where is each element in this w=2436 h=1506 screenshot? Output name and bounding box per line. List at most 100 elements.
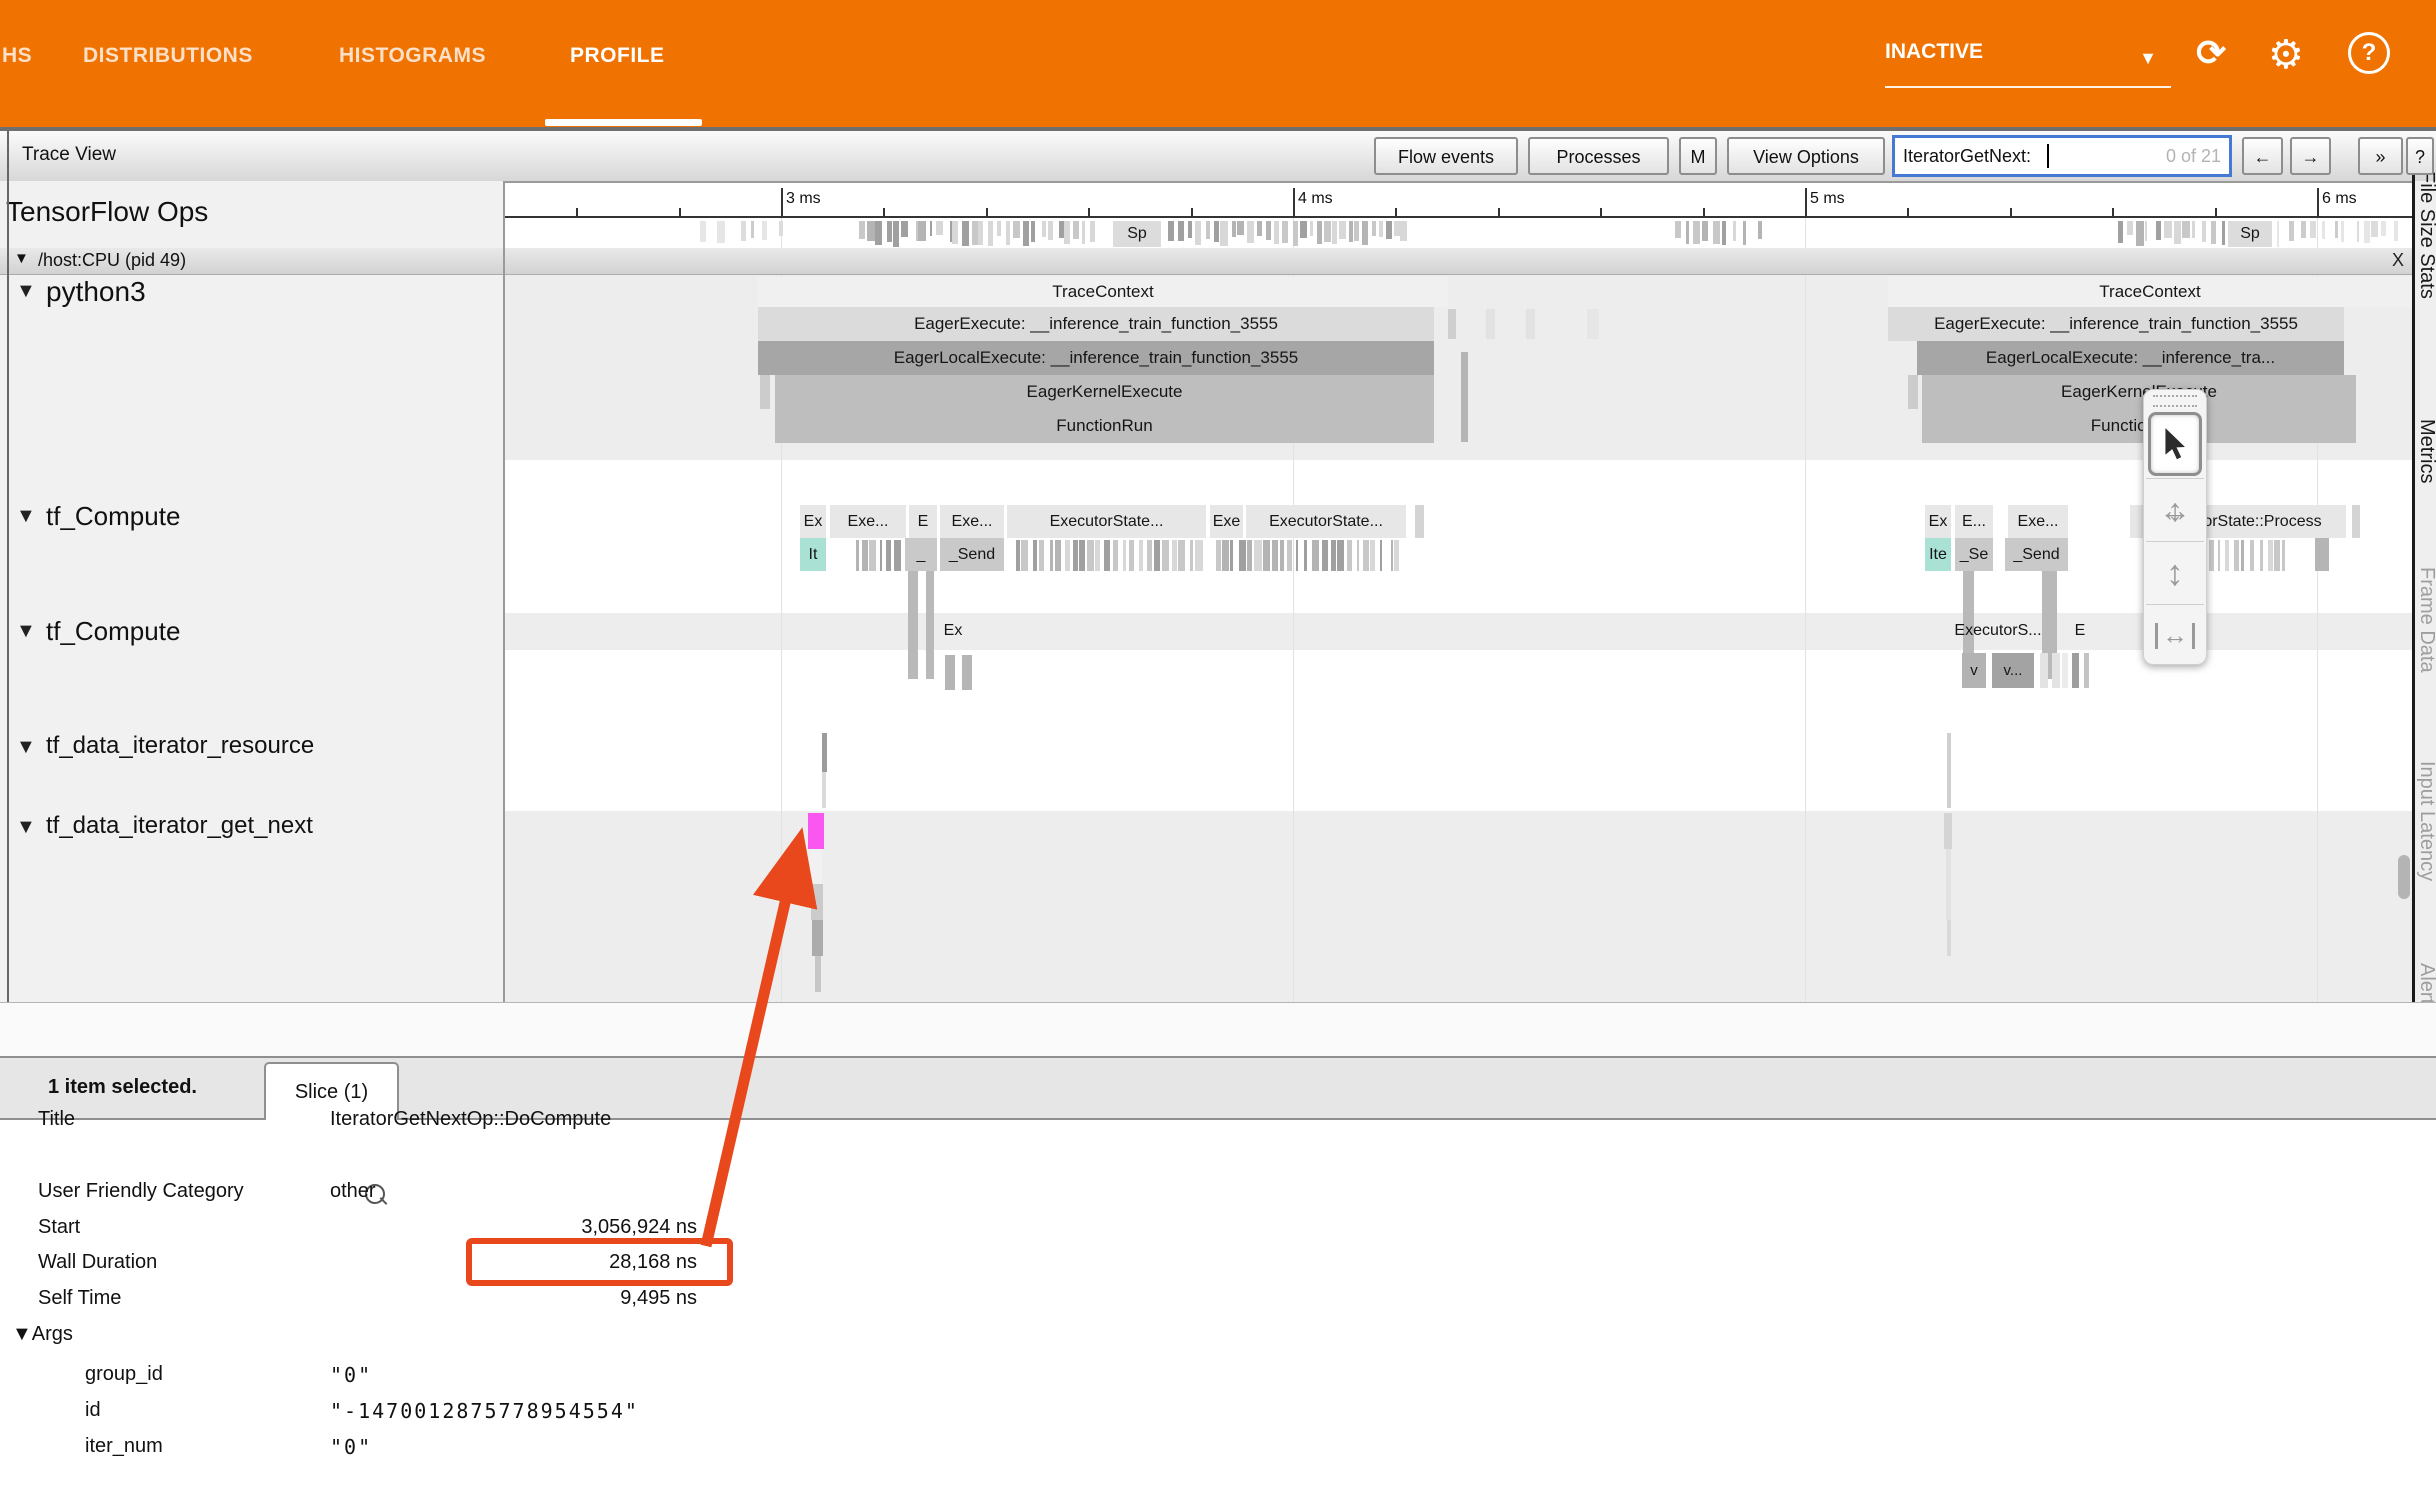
- palette-drag-handle[interactable]: [2153, 395, 2197, 400]
- sidebar-tab-frame-data[interactable]: Frame Data: [2415, 567, 2436, 673]
- help-button[interactable]: ?: [2406, 137, 2434, 175]
- trace-slice[interactable]: [1587, 309, 1599, 339]
- trace-slice[interactable]: [808, 813, 824, 849]
- trace-slice[interactable]: [926, 571, 934, 679]
- trace-slice-eagerlocalexecute-inference-tra-[interactable]: EagerLocalExecute: __inference_tra...: [1917, 341, 2344, 375]
- trace-slice[interactable]: [945, 655, 955, 690]
- trace-slice-it[interactable]: It: [800, 538, 826, 571]
- trace-slice-exe[interactable]: Exe: [1210, 505, 1243, 538]
- trace-slice-exe-[interactable]: Exe...: [940, 505, 1004, 538]
- trace-slice[interactable]: [760, 375, 770, 409]
- trace-slice[interactable]: [2062, 653, 2068, 688]
- close-icon[interactable]: X: [2392, 250, 2404, 271]
- trace-slice-sp[interactable]: Sp: [1113, 221, 1161, 247]
- trace-slice[interactable]: [1486, 309, 1495, 339]
- collapse-triangle-icon[interactable]: ▼: [14, 250, 29, 267]
- trace-slice-tracecontext[interactable]: TraceContext: [758, 277, 1448, 307]
- top-tab-histograms[interactable]: HISTOGRAMS: [339, 44, 486, 68]
- collapse-triangle-icon[interactable]: ▼: [16, 816, 36, 839]
- collapse-triangle-icon[interactable]: ▼: [16, 505, 36, 528]
- trace-slice[interactable]: [1415, 505, 1424, 538]
- process-header-row[interactable]: ▼ /host:CPU (pid 49) X: [0, 248, 2420, 275]
- trace-slice-ex[interactable]: Ex: [938, 618, 968, 644]
- trace-slice[interactable]: [1461, 352, 1468, 442]
- trace-slice-functionrun[interactable]: FunctionRun: [1922, 409, 2356, 443]
- m-button[interactable]: M: [1679, 137, 1717, 175]
- trace-slice-exe-[interactable]: Exe...: [830, 505, 906, 538]
- trace-slice[interactable]: [962, 655, 972, 690]
- run-selector[interactable]: INACTIVE ▼: [1885, 40, 2171, 88]
- trace-slice-eagerexecute-inference-train-function-3555[interactable]: EagerExecute: __inference_train_function…: [1888, 307, 2344, 341]
- sidebar-tab-file-size-stats[interactable]: File Size Stats: [2415, 171, 2436, 299]
- more-button[interactable]: »: [2358, 137, 2403, 175]
- settings-gear-icon[interactable]: ⚙: [2268, 32, 2304, 78]
- trace-slice[interactable]: [2072, 653, 2079, 688]
- trace-slice-e-[interactable]: E...: [1955, 505, 1993, 538]
- trace-slice[interactable]: [2052, 653, 2060, 688]
- vertical-scrollbar[interactable]: [2398, 855, 2410, 899]
- next-result-button[interactable]: →: [2290, 137, 2331, 175]
- trace-slice[interactable]: [815, 956, 821, 992]
- trace-slice-e[interactable]: E: [909, 505, 937, 538]
- trace-slice[interactable]: [822, 772, 826, 808]
- trace-slice-ex[interactable]: Ex: [1925, 505, 1951, 538]
- trace-slice-ex[interactable]: Ex: [800, 505, 826, 538]
- trace-slice[interactable]: [1908, 375, 1918, 409]
- trace-slice-sp[interactable]: Sp: [2228, 221, 2272, 247]
- zoom-tool[interactable]: ↕: [2148, 544, 2202, 602]
- sidebar-tab-metrics[interactable]: Metrics: [2415, 419, 2436, 483]
- trace-slice-eagerkernelexecute[interactable]: EagerKernelExecute: [1922, 375, 2356, 409]
- trace-slice-ite[interactable]: Ite: [1925, 538, 1951, 571]
- trace-slice[interactable]: [2084, 653, 2089, 688]
- trace-slice-eagerlocalexecute-inference-train-function-3555[interactable]: EagerLocalExecute: __inference_train_fun…: [758, 341, 1434, 375]
- trace-slice[interactable]: [1526, 309, 1535, 339]
- collapse-triangle-icon[interactable]: ▼: [16, 620, 36, 643]
- trace-slice--[interactable]: _: [905, 538, 937, 571]
- track-label-tf-compute-2[interactable]: tf_Compute: [46, 616, 180, 647]
- trace-slice[interactable]: [2040, 653, 2048, 688]
- trace-slice-eagerexecute-inference-train-function-3555[interactable]: EagerExecute: __inference_train_function…: [758, 307, 1434, 341]
- collapse-triangle-icon[interactable]: ▼: [16, 736, 36, 759]
- trace-slice-v-[interactable]: v...: [1992, 653, 2034, 688]
- trace-slice-exe-[interactable]: Exe...: [2008, 505, 2068, 538]
- view-options-button[interactable]: View Options: [1727, 137, 1885, 175]
- top-tab-profile[interactable]: PROFILE: [570, 44, 665, 68]
- refresh-icon[interactable]: ⟳: [2196, 32, 2226, 74]
- top-tab-hs[interactable]: HS: [2, 44, 32, 68]
- trace-slice--send[interactable]: _Send: [940, 538, 1004, 571]
- trace-slice[interactable]: [908, 571, 918, 679]
- trace-slice-executorstate-[interactable]: ExecutorState...: [1246, 505, 1406, 538]
- pan-tool[interactable]: ↔↕: [2148, 481, 2202, 539]
- track-label-tf-data-iterator-get-next[interactable]: tf_data_iterator_get_next: [46, 812, 313, 840]
- select-tool[interactable]: [2148, 412, 2202, 476]
- trace-slice[interactable]: [2352, 505, 2360, 538]
- trace-slice[interactable]: [811, 884, 823, 920]
- trace-slice-e[interactable]: E: [2068, 618, 2092, 644]
- search-input[interactable]: IteratorGetNext: 0 of 21: [1892, 135, 2232, 177]
- trace-slice-eagerkernelexecute[interactable]: EagerKernelExecute: [775, 375, 1434, 409]
- top-tab-distributions[interactable]: DISTRIBUTIONS: [83, 44, 253, 68]
- trace-slice[interactable]: [1448, 309, 1456, 339]
- trace-slice[interactable]: [2315, 538, 2329, 571]
- trace-slice-functionrun[interactable]: FunctionRun: [775, 409, 1434, 443]
- args-section-toggle[interactable]: ▼Args: [12, 1323, 73, 1346]
- track-label-python3[interactable]: python3: [46, 276, 146, 308]
- trace-slice[interactable]: [1947, 733, 1951, 808]
- trace-slice-tracecontext[interactable]: TraceContext: [1888, 277, 2412, 307]
- trace-slice[interactable]: [1947, 920, 1951, 956]
- trace-slice--se[interactable]: _Se: [1955, 538, 1993, 571]
- trace-slice--send[interactable]: _Send: [2005, 538, 2068, 571]
- trace-slice[interactable]: [1946, 849, 1951, 920]
- timing-tool[interactable]: ↔: [2148, 607, 2202, 665]
- trace-slice-executors-[interactable]: ExecutorS...: [1938, 618, 2058, 644]
- track-label-tf-compute-1[interactable]: tf_Compute: [46, 501, 180, 532]
- trace-slice[interactable]: [1944, 813, 1952, 849]
- trace-slice[interactable]: [822, 733, 827, 772]
- collapse-triangle-icon[interactable]: ▼: [16, 280, 36, 303]
- help-icon[interactable]: ?: [2348, 32, 2390, 74]
- trace-slice[interactable]: [810, 849, 822, 884]
- track-label-tf-data-iterator-resource[interactable]: tf_data_iterator_resource: [46, 732, 314, 760]
- trace-slice[interactable]: [812, 920, 823, 956]
- trace-slice-v[interactable]: v: [1962, 653, 1986, 688]
- trace-slice-executorstate-[interactable]: ExecutorState...: [1007, 505, 1206, 538]
